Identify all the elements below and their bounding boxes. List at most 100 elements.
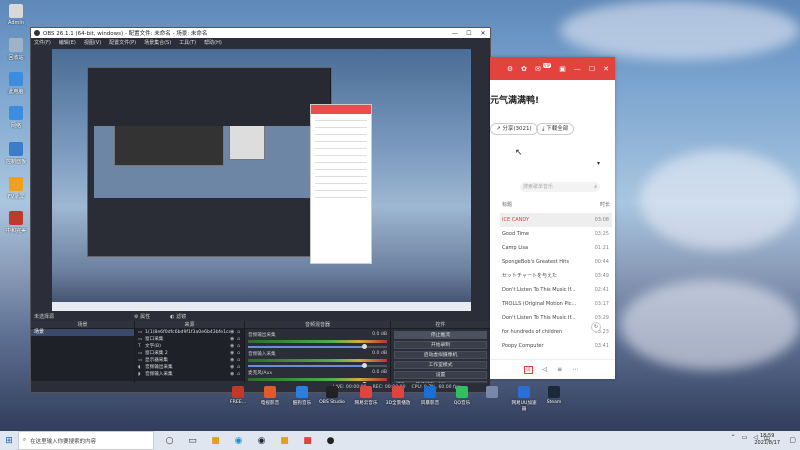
source-item[interactable]: ▭ 显示器采集 ◉ ⌂ — [135, 357, 244, 364]
properties-button[interactable]: ⚙ 属性 — [134, 313, 150, 320]
track-row[interactable]: Don't Listen To This Music If... 02:41 — [500, 283, 612, 297]
lock-icon[interactable]: ⌂ — [237, 371, 244, 378]
desktop-icon[interactable]: FV录屏 — [4, 177, 28, 200]
eye-icon[interactable]: ◉ — [230, 364, 237, 371]
notification-icon[interactable]: ▢ — [789, 436, 796, 444]
desktop-shortcut[interactable]: 网易云音乐 — [352, 386, 380, 406]
source-item[interactable]: T 文字(B) ◉ ⌂ — [135, 343, 244, 350]
lock-icon[interactable]: ⌂ — [237, 343, 244, 350]
desktop-shortcut[interactable]: FREE... — [224, 386, 252, 405]
folder-icon[interactable]: ■ — [277, 436, 292, 446]
volume-slider[interactable] — [248, 363, 387, 368]
desktop-shortcut[interactable]: 网易UU加速器 — [510, 386, 538, 412]
start-button[interactable]: ⊞ — [0, 436, 18, 446]
desktop-shortcut[interactable]: OBS Studio — [318, 386, 346, 405]
lock-icon[interactable]: ⌂ — [237, 329, 244, 336]
desktop-shortcut[interactable]: 风暴影音 — [416, 386, 444, 406]
chevron-down-icon[interactable]: ▾ — [597, 160, 600, 167]
edge-icon[interactable]: ◉ — [231, 436, 246, 446]
source-item[interactable]: ◖ 音频输出采集 ◉ ⌂ — [135, 364, 244, 371]
track-row[interactable]: TROLLS (Original Motion Pic... 03:17 — [500, 297, 612, 311]
cortana-icon[interactable]: ○ — [162, 436, 177, 446]
track-row[interactable]: SpongeBob's Greatest Hits 00:44 — [500, 255, 612, 269]
filters-button[interactable]: ◐ 滤镜 — [170, 313, 186, 320]
menu-tools[interactable]: 工具(T) — [179, 39, 196, 46]
scroll-to-current-button[interactable]: ↻ — [591, 322, 601, 332]
file-explorer-icon[interactable]: ■ — [208, 436, 223, 446]
minimize-button[interactable]: — — [448, 30, 462, 37]
virtual-camera-button[interactable]: 启动虚拟摄像机 — [394, 351, 487, 359]
settings-icon[interactable]: ✿ — [521, 65, 527, 73]
eye-icon[interactable]: ◉ — [230, 350, 237, 357]
eye-icon[interactable]: ◉ — [230, 329, 237, 336]
source-item[interactable]: ▭ 1(1)8e6f0dfc6bd9f1f3a0e6b43bfe1ce ◉ ⌂ — [135, 329, 244, 336]
start-record-button[interactable]: 开始录制 — [394, 341, 487, 349]
track-row[interactable]: Good Time 03:25 — [500, 227, 612, 241]
source-item[interactable]: ◗ 音频输入采集 ◉ ⌂ — [135, 371, 244, 378]
desktop-icon[interactable]: 控制面板 — [4, 142, 28, 165]
desktop-shortcut[interactable]: Steam — [540, 386, 568, 405]
track-row[interactable]: ICE CANDY 03:08 — [500, 213, 612, 227]
mail-icon[interactable]: ✉ — [535, 65, 541, 73]
obs-titlebar[interactable]: OBS 26.1.1 (64-bit, windows) - 配置文件: 未命名… — [31, 28, 490, 38]
obs-window[interactable]: OBS 26.1.1 (64-bit, windows) - 配置文件: 未命名… — [30, 27, 491, 393]
lock-icon[interactable]: ⌂ — [237, 364, 244, 371]
desktop-shortcut[interactable]: 3D全景播放 — [384, 386, 412, 406]
search-icon[interactable]: ⌕ — [594, 182, 597, 192]
menu-scene-collection[interactable]: 场景集合(S) — [144, 39, 171, 46]
source-item[interactable]: ▭ 窗口采集 ◉ ⌂ — [135, 336, 244, 343]
eye-icon[interactable]: ◉ — [230, 371, 237, 378]
tray-expand-icon[interactable]: ⌃ — [731, 434, 736, 443]
obs-preview[interactable] — [52, 49, 471, 311]
track-row[interactable]: Camp Lisa 01:21 — [500, 241, 612, 255]
source-item[interactable]: ▭ 窗口采集 2 ◉ ⌂ — [135, 350, 244, 357]
network-icon[interactable]: ▭ — [742, 434, 748, 443]
lock-icon[interactable]: ⌂ — [237, 336, 244, 343]
playlist-search-input[interactable]: 搜索歌单音乐 ⌕ — [520, 182, 600, 192]
taskbar-search-input[interactable]: ⌕ 在这里输入你要搜索的内容 — [18, 431, 154, 450]
scene-item[interactable]: 场景 — [31, 329, 134, 336]
menu-help[interactable]: 帮助(H) — [204, 39, 222, 46]
desktop-icon[interactable]: 回收站 — [4, 38, 28, 61]
volume-slider[interactable] — [248, 344, 387, 349]
desktop-icon[interactable]: Admin — [4, 4, 28, 26]
lock-icon[interactable]: ⌂ — [237, 357, 244, 364]
lyrics-button[interactable]: 词 — [524, 365, 533, 374]
settings-button[interactable]: 设置 — [394, 371, 487, 379]
share-button[interactable]: ↗ 分享(3021) — [490, 123, 538, 135]
task-view-icon[interactable]: ▭ — [185, 436, 200, 446]
obs-taskbar-icon[interactable]: ● — [323, 436, 338, 446]
steam-icon[interactable]: ◉ — [254, 436, 269, 446]
netease-music-taskbar-icon[interactable]: ■ — [300, 436, 315, 446]
desktop-icon[interactable]: 中和完美 — [4, 211, 28, 234]
desktop-icon[interactable]: 网络 — [4, 106, 28, 129]
music-maximize-button[interactable]: ☐ — [589, 65, 595, 73]
desktop-shortcut[interactable]: 酷狗音乐 — [288, 386, 316, 406]
menu-profile[interactable]: 配置文件(P) — [109, 39, 136, 46]
taskbar-clock[interactable]: 18:59 2021/8/17 — [754, 433, 780, 447]
desktop-shortcut[interactable]: 电视影音 — [256, 386, 284, 406]
download-all-button[interactable]: ⤓ 下载全部 — [536, 123, 575, 135]
menu-file[interactable]: 文件(F) — [34, 39, 51, 46]
desktop-shortcut[interactable]: QQ音乐 — [448, 386, 476, 406]
track-row[interactable]: セットチャートを与えた 03:49 — [500, 269, 612, 283]
desktop-icon[interactable]: 此电脑 — [4, 72, 28, 95]
studio-mode-button[interactable]: 工作室模式 — [394, 361, 487, 369]
music-close-button[interactable]: ✕ — [603, 65, 609, 73]
lock-icon[interactable]: ⌂ — [237, 350, 244, 357]
volume-icon[interactable]: ◁ — [543, 366, 548, 373]
skin-icon[interactable]: ⚙ — [507, 65, 513, 73]
more-icon[interactable]: ⋯ — [572, 366, 578, 373]
close-button[interactable]: ✕ — [476, 30, 490, 37]
mini-mode-icon[interactable]: ▣ — [559, 65, 566, 73]
eye-icon[interactable]: ◉ — [230, 357, 237, 364]
music-minimize-button[interactable]: — — [574, 65, 581, 73]
music-player-window[interactable]: ⚙ ✿ ✉ VIP ▣ — ☐ ✕ 元气满满鸭! ↗ 分享(3021) ⤓ 下载… — [490, 57, 615, 379]
desktop-shortcut[interactable] — [478, 386, 506, 400]
menu-view[interactable]: 视图(V) — [84, 39, 101, 46]
eye-icon[interactable]: ◉ — [230, 343, 237, 350]
maximize-button[interactable]: ☐ — [462, 30, 476, 37]
track-row[interactable]: Poopy Computer 03:41 — [500, 339, 612, 353]
eye-icon[interactable]: ◉ — [230, 336, 237, 343]
menu-edit[interactable]: 编辑(E) — [59, 39, 76, 46]
